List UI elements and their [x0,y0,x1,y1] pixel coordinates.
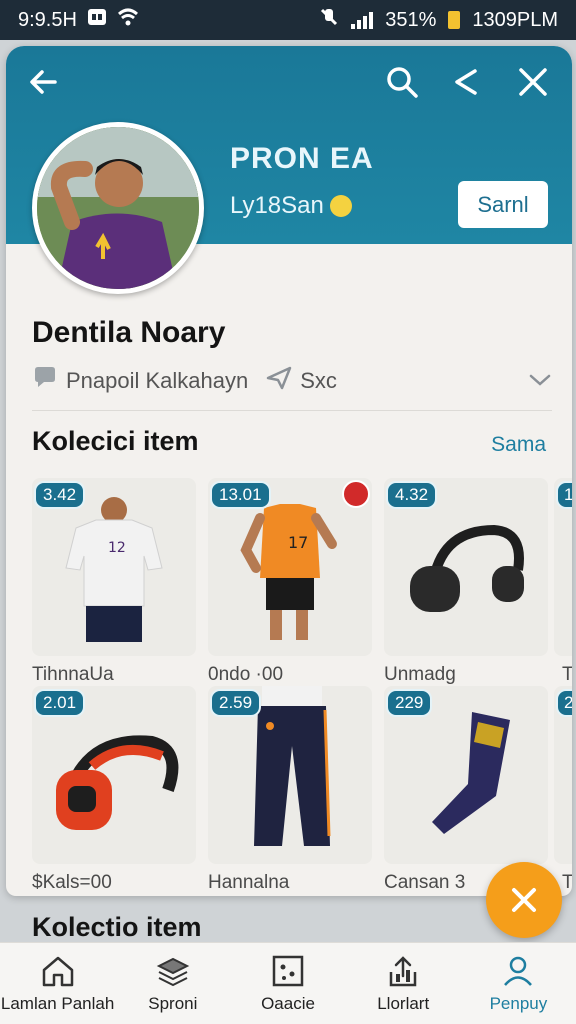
chevron-down-icon[interactable] [528,368,552,394]
item-label: TihnnaUa [32,664,114,685]
nav-label: Llorlart [377,993,430,1013]
collection-item[interactable]: 2.01 $Kals=00 [32,686,196,894]
nav-label: Oaacie [261,993,315,1013]
collection-item[interactable]: 17 13.01 0ndo ·00 [208,478,372,686]
divider [32,410,552,411]
battery-percent: 351% [385,8,437,31]
price-badge: 2.01 [34,689,86,717]
profile-handle: Ly18San [230,192,352,220]
item-label: Tl [562,872,572,893]
signal-icon [351,11,374,29]
item-label: Hannalna [208,872,290,893]
share-icon[interactable] [444,60,488,104]
item-thumbnail: 12 3.42 [32,478,196,656]
nav-item-map[interactable]: Oaacie [230,943,345,1024]
info-row: Pnapoil Kalkahayn Sxc [32,364,552,398]
collection-item[interactable]: 4.32 Unmadg [384,478,548,686]
sent-text: Sxc [300,368,337,393]
profile-card: PRON EA Ly18San Sarnl Dentila Noary Pnap… [6,46,572,896]
nav-item-profile[interactable]: Penpuy [461,943,576,1024]
collection-item[interactable]: 2.59 Hannalna [208,686,372,894]
header-action-button[interactable]: Sarnl [458,181,548,228]
location-text: Pnapoil Kalkahayn [66,368,249,393]
back-arrow-icon[interactable] [22,60,66,104]
battery-icon [448,11,461,29]
sent-info: Sxc [266,366,337,396]
status-bar: 9:9.5H 351% 1309PLM [0,0,576,40]
item-thumbnail: 2.59 [208,686,372,864]
svg-text:12: 12 [108,540,126,556]
item-thumbnail: 2.01 [32,686,196,864]
close-icon [512,888,536,912]
nav-item-upload[interactable]: Llorlart [346,943,461,1024]
search-icon[interactable] [380,60,424,104]
wifi-icon [117,8,139,32]
price-badge: 2 [556,689,572,717]
nav-label: Penpuy [489,993,548,1013]
profile-name: PRON EA [230,142,374,175]
favorite-icon[interactable] [342,480,370,508]
notification-icon [87,8,107,32]
price-badge: 4.32 [386,481,438,509]
item-thumbnail: 17 13.01 [208,478,372,656]
item-label: $Kals=00 [32,872,112,893]
upload-icon [389,955,417,986]
price-badge: 13.01 [210,481,271,509]
status-clock: 1309PLM [472,8,558,31]
collection-item[interactable]: 12 3.42 TihnnaUa [32,478,196,686]
price-badge: 229 [386,689,433,717]
nav-label: Sproni [148,993,198,1013]
price-badge: 3.42 [34,481,86,509]
status-time: 9:9.5H [18,8,77,31]
emoji-icon [329,195,352,217]
item-label: Tl [562,664,572,685]
price-badge: 2.59 [210,689,262,717]
section-title-2: Kolectio item [32,912,202,942]
chat-icon [32,366,58,396]
item-label: Unmadg [384,664,456,685]
price-badge: 1 [556,481,572,509]
see-all-link[interactable]: Sama [491,433,546,457]
close-fab-button[interactable] [486,862,562,938]
item-label: 0ndo ·00 [208,664,284,685]
profile-handle-text: Ly18San [230,192,324,219]
svg-text:17: 17 [288,533,308,552]
display-name: Dentila Noary [32,316,226,349]
map-icon [272,955,304,986]
home-icon [42,956,73,986]
nav-label: Lamlan Panlah [0,993,115,1013]
profile-icon [504,956,533,986]
nav-item-home[interactable]: Lamlan Panlah [0,943,115,1024]
item-thumbnail: 229 [384,686,548,864]
section-title: Kolecici item [32,426,199,456]
bottom-nav: Lamlan Panlah Sproni Oaacie Llorlart Pen… [0,942,576,1024]
mute-icon [319,7,339,33]
stack-icon [156,957,190,986]
nav-item-stack[interactable]: Sproni [115,943,230,1024]
send-icon [266,366,292,396]
item-thumbnail: 4.32 [384,478,548,656]
close-icon[interactable] [511,60,555,104]
avatar[interactable] [32,122,204,294]
location: Pnapoil Kalkahayn [32,366,248,396]
